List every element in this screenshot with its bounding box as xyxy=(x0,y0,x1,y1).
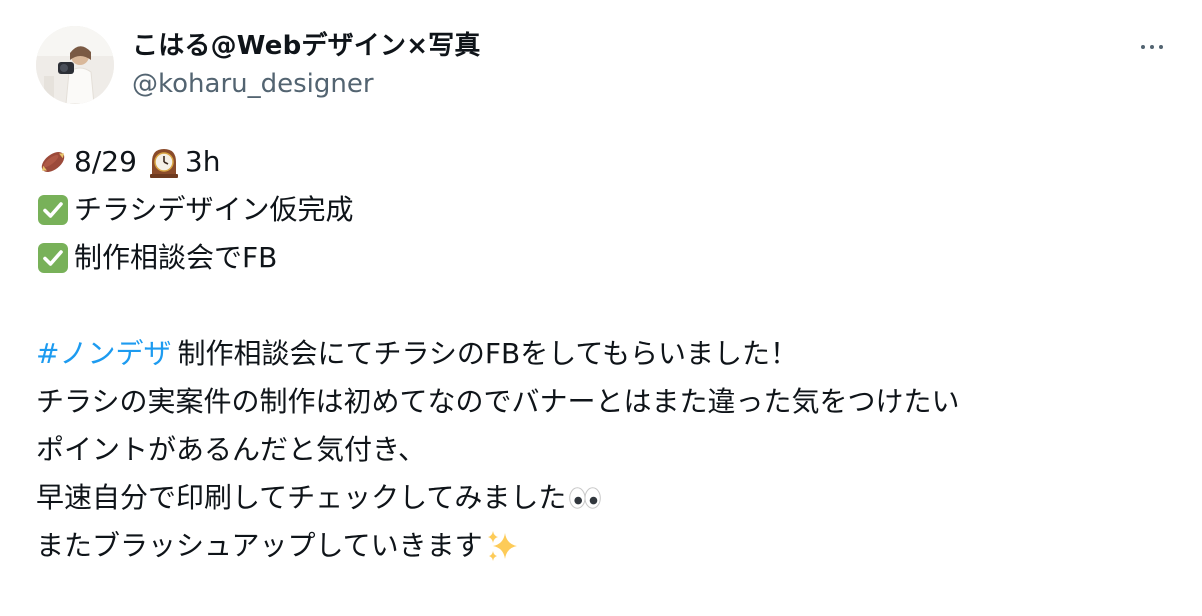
post-line-checklist: チラシデザイン仮完成 xyxy=(36,186,1176,234)
post-line: ポイントがあるんだと気付き、 xyxy=(36,426,1176,474)
sparkles-icon xyxy=(485,529,519,563)
post-line: またブラッシュアップしていきます xyxy=(36,522,1176,570)
check-mark-icon xyxy=(36,241,70,275)
check-mark-icon xyxy=(36,193,70,227)
post-line-checklist: 制作相談会でFB xyxy=(36,234,1176,282)
post-header: こはる@Webデザイン×写真 @koharu_designer xyxy=(36,26,481,104)
post-line-hashtag: #ノンデザ 制作相談会にてチラシのFBをしてもらいました！ xyxy=(36,330,1176,378)
post-text: ポイントがあるんだと気付き、 xyxy=(36,433,427,466)
post-text: チラシの実案件の制作は初めてなのでバナーとはまた違った気をつけたい xyxy=(36,385,960,418)
clock-icon xyxy=(147,145,181,179)
post-date: 8/29 xyxy=(74,145,137,178)
hashtag-link[interactable]: #ノンデザ xyxy=(36,330,171,378)
checklist-item-text: チラシデザイン仮完成 xyxy=(74,193,354,226)
avatar[interactable] xyxy=(36,26,114,104)
user-handle[interactable]: @koharu_designer xyxy=(132,68,481,100)
more-dot-icon xyxy=(1159,45,1163,49)
post-line-stats: 8/29 3h xyxy=(36,138,1176,186)
sweet-potato-icon xyxy=(36,145,70,179)
post-text: またブラッシュアップしていきます xyxy=(36,529,483,562)
more-options-button[interactable] xyxy=(1132,32,1172,62)
more-dot-icon xyxy=(1141,45,1145,49)
post-body: 8/29 3h チラシデザイン仮完成 制作相談会でFB #ノンデザ 制作相談会に… xyxy=(36,138,1176,570)
post-text: 早速自分で印刷してチェックしてみました xyxy=(36,481,567,514)
post-text: 制作相談会にてチラシのFBをしてもらいました！ xyxy=(177,337,798,370)
post-line: 早速自分で印刷してチェックしてみました xyxy=(36,474,1176,522)
post-line: チラシの実案件の制作は初めてなのでバナーとはまた違った気をつけたい xyxy=(36,378,1176,426)
more-dot-icon xyxy=(1150,45,1154,49)
post-hours: 3h xyxy=(184,145,221,178)
post-card: こはる@Webデザイン×写真 @koharu_designer 8/29 3h … xyxy=(0,0,1202,616)
checklist-item-text: 制作相談会でFB xyxy=(74,241,278,274)
display-name[interactable]: こはる@Webデザイン×写真 xyxy=(132,30,481,62)
eyes-icon xyxy=(568,481,602,515)
